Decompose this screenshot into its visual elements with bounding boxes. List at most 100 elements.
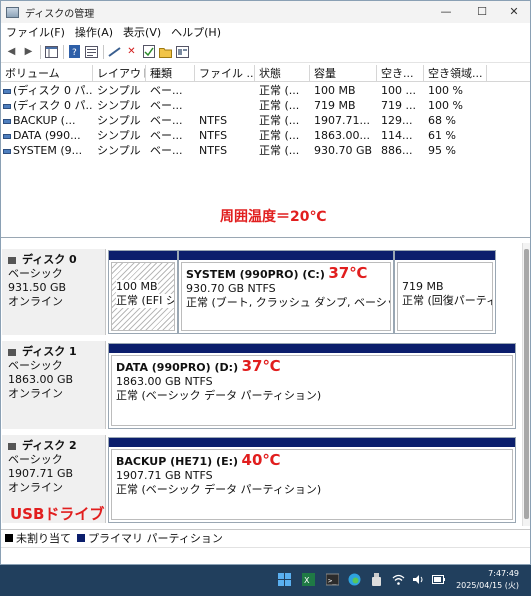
table-row[interactable]: DATA (990... シンプル ベー... NTFS 正常 (... 186… bbox=[1, 128, 530, 143]
partition-system[interactable]: SYSTEM (990PRO) (C:) 37℃ 930.70 GB NTFS … bbox=[178, 250, 394, 334]
usb-icon[interactable] bbox=[370, 573, 383, 586]
menu-file[interactable]: ファイル(F) bbox=[1, 24, 70, 40]
help-icon[interactable]: ? bbox=[68, 45, 81, 58]
cell-volume: (ディスク 0 パ... bbox=[13, 84, 93, 97]
minimize-button[interactable]: — bbox=[429, 1, 463, 23]
excel-icon[interactable]: X bbox=[302, 573, 315, 586]
column-header-layout[interactable]: レイアウト bbox=[93, 65, 146, 82]
maximize-button[interactable]: ☐ bbox=[465, 1, 499, 23]
column-header-volume[interactable]: ボリューム bbox=[1, 65, 93, 82]
partition-bar bbox=[179, 251, 393, 260]
table-row[interactable]: SYSTEM (9... シンプル ベー... NTFS 正常 (... 930… bbox=[1, 143, 530, 158]
table-row[interactable]: (ディスク 0 パ... シンプル ベー... 正常 (... 719 MB 7… bbox=[1, 98, 530, 113]
disk-map: ディスク 0 ベーシック 931.50 GB オンライン 100 MB 正常 (… bbox=[1, 243, 530, 526]
start-icon[interactable] bbox=[278, 573, 291, 586]
cell-free-percent: 100 % bbox=[428, 99, 463, 112]
column-header-status[interactable]: 状態 bbox=[255, 65, 310, 82]
wifi-icon[interactable] bbox=[392, 573, 405, 586]
menu-view[interactable]: 表示(V) bbox=[118, 24, 166, 40]
toolbar-separator bbox=[40, 44, 41, 59]
toolbar-separator bbox=[103, 44, 104, 59]
connect-icon[interactable] bbox=[108, 45, 121, 58]
legend-unallocated: 未割り当て bbox=[16, 532, 71, 545]
table-row[interactable]: (ディスク 0 パ... シンプル ベー... 正常 (... 100 MB 1… bbox=[1, 83, 530, 98]
disk-icon bbox=[8, 348, 16, 356]
disk-type: ベーシック bbox=[8, 359, 63, 372]
cell-status: 正常 (... bbox=[259, 114, 300, 127]
partition-backup[interactable]: BACKUP (HE71) (E:) 40℃ 1907.71 GB NTFS 正… bbox=[108, 437, 516, 523]
table-row[interactable]: BACKUP (... シンプル ベー... NTFS 正常 (... 1907… bbox=[1, 113, 530, 128]
cell-free-percent: 61 % bbox=[428, 129, 456, 142]
volume-icon bbox=[3, 103, 11, 109]
cell-volume: SYSTEM (9... bbox=[13, 144, 83, 157]
partition-data[interactable]: DATA (990PRO) (D:) 37℃ 1863.00 GB NTFS 正… bbox=[108, 343, 516, 429]
cell-status: 正常 (... bbox=[259, 129, 300, 142]
disk-size: 931.50 GB bbox=[8, 281, 67, 294]
partition-efi[interactable]: 100 MB 正常 (EFI シ bbox=[108, 250, 178, 334]
properties-icon[interactable] bbox=[85, 45, 98, 58]
volume-icon bbox=[3, 88, 11, 94]
svg-text:X: X bbox=[304, 576, 310, 585]
clock-date: 2025/04/15 (火) bbox=[456, 581, 519, 590]
cell-type: ベー... bbox=[150, 129, 183, 142]
edge-icon[interactable] bbox=[348, 573, 361, 586]
status-bar bbox=[1, 547, 530, 564]
partition-title: BACKUP (HE71) (E:) bbox=[116, 455, 239, 468]
window-title: ディスクの管理 bbox=[25, 8, 95, 20]
partition-recovery[interactable]: 719 MB 正常 (回復パーティ bbox=[394, 250, 496, 334]
vertical-scrollbar[interactable] bbox=[522, 243, 530, 526]
partition-size: 719 MB bbox=[402, 280, 444, 293]
cell-free: 100 ... bbox=[381, 84, 416, 97]
scrollbar-thumb[interactable] bbox=[524, 249, 529, 519]
check-icon[interactable] bbox=[142, 45, 155, 58]
column-header-free[interactable]: 空き... bbox=[377, 65, 424, 82]
partition-size: 1863.00 GB NTFS bbox=[116, 375, 213, 388]
cell-type: ベー... bbox=[150, 114, 183, 127]
cell-layout: シンプル bbox=[97, 144, 141, 157]
disk-status: オンライン bbox=[8, 481, 63, 494]
column-header-type[interactable]: 種類 bbox=[146, 65, 195, 82]
disk-type: ベーシック bbox=[8, 453, 63, 466]
battery-icon[interactable] bbox=[432, 573, 445, 586]
folder-icon[interactable] bbox=[159, 45, 172, 58]
terminal-icon[interactable]: >_ bbox=[326, 573, 339, 586]
cell-capacity: 719 MB bbox=[314, 99, 356, 112]
settings-icon[interactable] bbox=[176, 45, 189, 58]
cell-layout: シンプル bbox=[97, 99, 141, 112]
column-header-capacity[interactable]: 容量 bbox=[310, 65, 377, 82]
cell-filesystem: NTFS bbox=[199, 129, 228, 142]
partition-title: SYSTEM (990PRO) (C:) bbox=[186, 268, 325, 281]
legend: 未割り当て プライマリ パーティション bbox=[1, 529, 530, 546]
clock[interactable]: 7:47:49 2025/04/15 (火) bbox=[456, 568, 519, 592]
column-header-free-percent[interactable]: 空き領域... bbox=[424, 65, 487, 82]
column-header-filler bbox=[487, 65, 530, 82]
volume-icon bbox=[3, 118, 11, 124]
temperature-label: 37℃ bbox=[328, 264, 368, 282]
menu-help[interactable]: ヘルプ(H) bbox=[166, 24, 226, 40]
disk-0-info[interactable]: ディスク 0 ベーシック 931.50 GB オンライン bbox=[2, 249, 106, 335]
volume-icon[interactable] bbox=[412, 573, 425, 586]
legend-primary: プライマリ パーティション bbox=[88, 532, 223, 545]
column-header-filesystem[interactable]: ファイル ... bbox=[195, 65, 255, 82]
partition-desc: 正常 (ベーシック データ パーティション) bbox=[116, 483, 322, 496]
cell-layout: シンプル bbox=[97, 114, 141, 127]
cell-filesystem: NTFS bbox=[199, 144, 228, 157]
ambient-temperature-annotation: 周囲温度＝20℃ bbox=[220, 209, 327, 225]
disk-1-info[interactable]: ディスク 1 ベーシック 1863.00 GB オンライン bbox=[2, 341, 106, 429]
cell-filesystem bbox=[195, 83, 255, 98]
console-icon[interactable] bbox=[45, 45, 58, 58]
delete-icon[interactable]: ✕ bbox=[125, 45, 138, 58]
forward-icon[interactable]: ▶ bbox=[22, 45, 35, 58]
disk-management-window: ディスクの管理 — ☐ ✕ ファイル(F) 操作(A) 表示(V) ヘルプ(H)… bbox=[0, 0, 531, 565]
cell-layout: シンプル bbox=[97, 84, 141, 97]
menu-action[interactable]: 操作(A) bbox=[70, 24, 118, 40]
svg-text:?: ? bbox=[72, 48, 77, 58]
cell-status: 正常 (... bbox=[259, 144, 300, 157]
unallocated-swatch bbox=[5, 534, 13, 542]
back-icon[interactable]: ◀ bbox=[5, 45, 18, 58]
cell-capacity: 100 MB bbox=[314, 84, 356, 97]
title-bar[interactable]: ディスクの管理 — ☐ ✕ bbox=[1, 1, 530, 23]
close-button[interactable]: ✕ bbox=[497, 1, 531, 23]
partition-size: 1907.71 GB NTFS bbox=[116, 469, 213, 482]
cell-volume: DATA (990... bbox=[13, 129, 81, 142]
